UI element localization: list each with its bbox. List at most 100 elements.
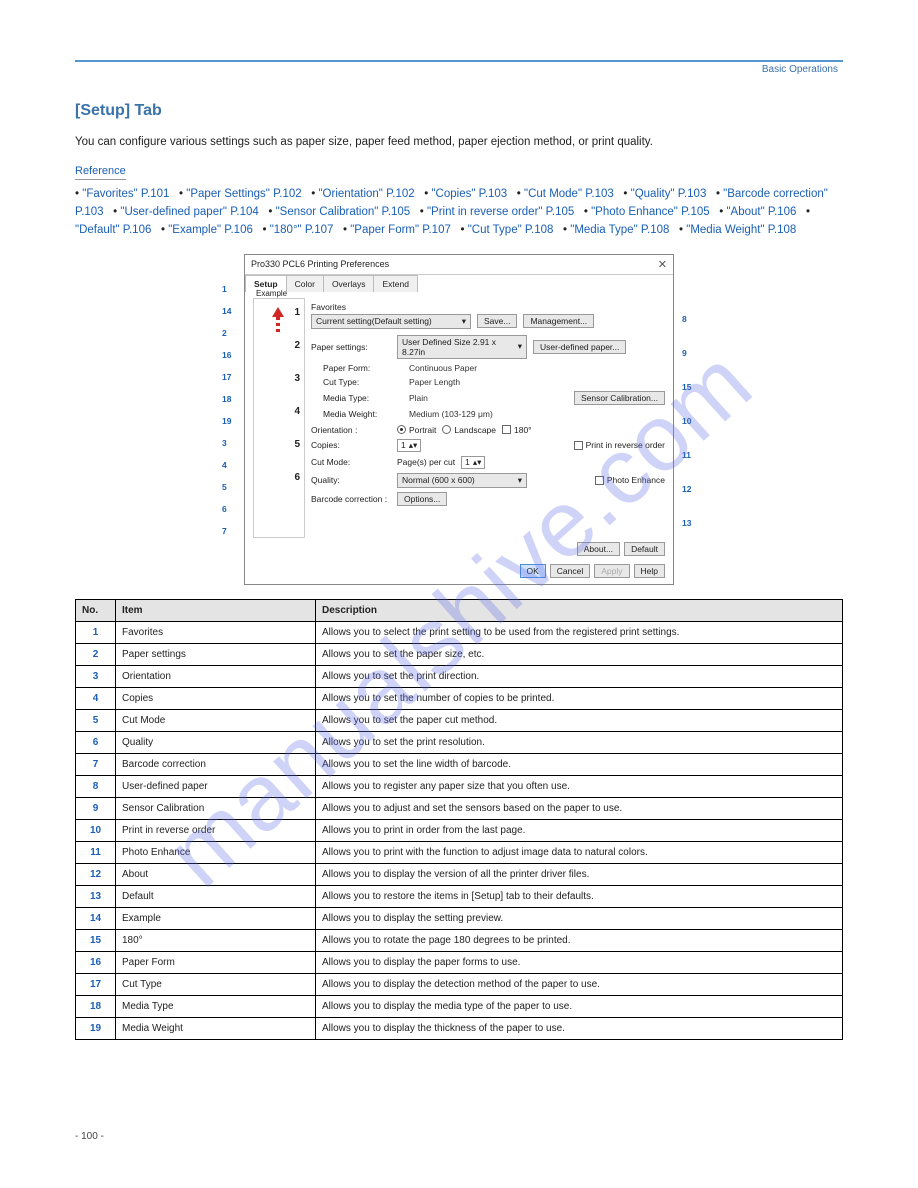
callout-left: 1: [222, 284, 227, 294]
dialog-titlebar: Pro330 PCL6 Printing Preferences ✕: [245, 255, 673, 275]
table-row: 18 Media Type Allows you to display the …: [76, 995, 843, 1017]
cutmode-label: Cut Mode:: [311, 457, 391, 467]
quality-label: Quality:: [311, 475, 391, 485]
table-row: 9 Sensor Calibration Allows you to adjus…: [76, 797, 843, 819]
callout-left: 18: [222, 394, 231, 404]
paper-form-value: Continuous Paper: [409, 363, 477, 373]
arrow-stem: [276, 317, 280, 333]
cell-item: Orientation: [116, 665, 316, 687]
callout-left: 16: [222, 350, 231, 360]
management-button[interactable]: Management...: [523, 314, 594, 328]
ok-button[interactable]: OK: [520, 564, 546, 578]
sensor-calibration-button[interactable]: Sensor Calibration...: [574, 391, 665, 405]
callout-right: 9: [682, 348, 687, 358]
checkbox-photo-enhance[interactable]: Photo Enhance: [595, 475, 665, 485]
favorites-select[interactable]: Current setting(Default setting)▾: [311, 314, 471, 329]
cell-no: 8: [76, 775, 116, 797]
callout-right: 11: [682, 450, 691, 460]
tab-color[interactable]: Color: [286, 275, 324, 292]
cell-item: Favorites: [116, 621, 316, 643]
help-button[interactable]: Help: [634, 564, 665, 578]
cell-item: Paper settings: [116, 643, 316, 665]
cell-desc: Allows you to print with the function to…: [316, 841, 843, 863]
checkbox-reverse-order[interactable]: Print in reverse order: [574, 440, 665, 450]
cell-item: Print in reverse order: [116, 819, 316, 841]
radio-portrait[interactable]: Portrait: [397, 425, 436, 435]
header-rule: [75, 60, 843, 62]
cell-item: About: [116, 863, 316, 885]
cell-desc: Allows you to print in order from the la…: [316, 819, 843, 841]
cell-item: Quality: [116, 731, 316, 753]
table-row: 13 Default Allows you to restore the ite…: [76, 885, 843, 907]
table-row: 6 Quality Allows you to set the print re…: [76, 731, 843, 753]
cell-no: 19: [76, 1017, 116, 1039]
cell-item: Media Weight: [116, 1017, 316, 1039]
table-row: 12 About Allows you to display the versi…: [76, 863, 843, 885]
cell-desc: Allows you to display the paper forms to…: [316, 951, 843, 973]
callout-left: 14: [222, 306, 231, 316]
table-row: 5 Cut Mode Allows you to set the paper c…: [76, 709, 843, 731]
cell-no: 3: [76, 665, 116, 687]
reference-heading: Reference: [75, 165, 126, 180]
cutmode-spinner[interactable]: 1▴▾: [461, 456, 485, 469]
default-button[interactable]: Default: [624, 542, 665, 556]
cell-desc: Allows you to register any paper size th…: [316, 775, 843, 797]
user-defined-paper-button[interactable]: User-defined paper...: [533, 340, 626, 354]
cut-type-label: Cut Type:: [323, 377, 403, 387]
cancel-button[interactable]: Cancel: [550, 564, 590, 578]
cell-desc: Allows you to adjust and set the sensors…: [316, 797, 843, 819]
table-row: 16 Paper Form Allows you to display the …: [76, 951, 843, 973]
cell-item: Cut Mode: [116, 709, 316, 731]
callout-left: 7: [222, 526, 227, 536]
cell-item: Paper Form: [116, 951, 316, 973]
cell-no: 1: [76, 621, 116, 643]
col-desc: Description: [316, 599, 843, 621]
cell-desc: Allows you to select the print setting t…: [316, 621, 843, 643]
options-button[interactable]: Options...: [397, 492, 447, 506]
orientation-label: Orientation :: [311, 425, 391, 435]
cutmode-hint: Page(s) per cut: [397, 457, 455, 467]
tab-extend[interactable]: Extend: [373, 275, 417, 292]
table-row: 14 Example Allows you to display the set…: [76, 907, 843, 929]
callout-right: 10: [682, 416, 691, 426]
cell-item: Copies: [116, 687, 316, 709]
callout-left: 5: [222, 482, 227, 492]
dialog-tabs: Setup Color Overlays Extend: [245, 275, 673, 292]
favorites-group: Favorites: [311, 300, 665, 314]
radio-landscape[interactable]: Landscape: [442, 425, 496, 435]
copies-spinner[interactable]: 1▴▾: [397, 439, 421, 452]
about-button[interactable]: About...: [577, 542, 620, 556]
table-header-row: No. Item Description: [76, 599, 843, 621]
cell-no: 6: [76, 731, 116, 753]
cell-item: User-defined paper: [116, 775, 316, 797]
close-icon[interactable]: ✕: [658, 258, 667, 271]
cell-no: 12: [76, 863, 116, 885]
preview-tick: 5: [294, 439, 300, 450]
dialog-screenshot: 11421617181934567891510111213 Pro330 PCL…: [75, 254, 843, 585]
preview-tick: 2: [294, 340, 300, 351]
quality-select[interactable]: Normal (600 x 600)▾: [397, 473, 527, 488]
table-row: 2 Paper settings Allows you to set the p…: [76, 643, 843, 665]
media-weight-value: Medium (103-129 μm): [409, 409, 493, 419]
callout-left: 17: [222, 372, 231, 382]
cell-desc: Allows you to set the paper cut method.: [316, 709, 843, 731]
example-label: Example: [256, 289, 287, 298]
table-row: 4 Copies Allows you to set the number of…: [76, 687, 843, 709]
paper-settings-select[interactable]: User Defined Size 2.91 x 8.27in▾: [397, 335, 527, 359]
preview-tick: 1: [294, 307, 300, 318]
cell-item: Cut Type: [116, 973, 316, 995]
preview-tick: 3: [294, 373, 300, 384]
checkbox-180[interactable]: 180°: [502, 425, 532, 435]
callout-left: 3: [222, 438, 227, 448]
intro-text: You can configure various settings such …: [75, 134, 843, 151]
cell-desc: Allows you to set the number of copies t…: [316, 687, 843, 709]
cell-desc: Allows you to rotate the page 180 degree…: [316, 929, 843, 951]
tab-overlays[interactable]: Overlays: [323, 275, 375, 292]
cell-no: 7: [76, 753, 116, 775]
save-button[interactable]: Save...: [477, 314, 517, 328]
col-no: No.: [76, 599, 116, 621]
apply-button[interactable]: Apply: [594, 564, 629, 578]
callout-left: 2: [222, 328, 227, 338]
print-prefs-dialog: Pro330 PCL6 Printing Preferences ✕ Setup…: [244, 254, 674, 585]
cell-item: Media Type: [116, 995, 316, 1017]
